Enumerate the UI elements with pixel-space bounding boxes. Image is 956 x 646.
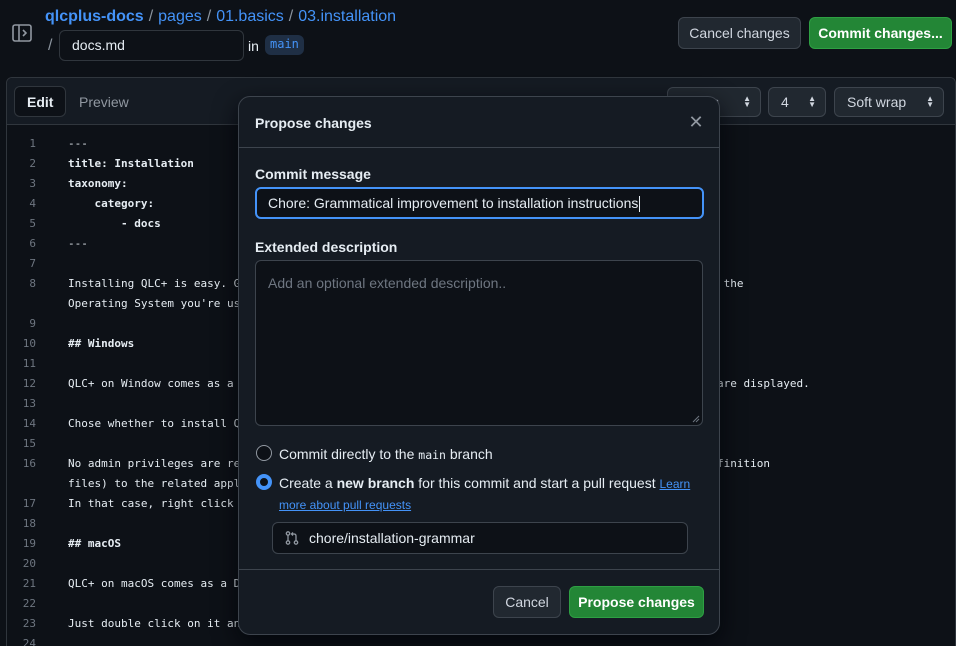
line-number: 22: [22, 597, 36, 610]
in-label: in: [248, 38, 259, 54]
select-arrows-icon: ▲ ▼: [808, 94, 816, 109]
breadcrumb-separator: /: [288, 8, 294, 25]
line-number: 17: [22, 497, 36, 510]
commit-message-label: Commit message: [255, 166, 371, 182]
breadcrumb: qlcplus-docs / pages/01.basics/03.installa…: [45, 8, 396, 26]
line-text: category:: [68, 197, 155, 210]
line-number: 9: [29, 317, 36, 330]
commit-directly-suffix: branch: [445, 446, 493, 462]
line-text: files) to the related appl: [68, 477, 241, 490]
extended-description-placeholder: Add an optional extended description..: [268, 275, 507, 291]
breadcrumb-pages-link[interactable]: pages: [158, 8, 202, 25]
wrap-mode-select[interactable]: Soft wrap ▲ ▼: [834, 87, 944, 117]
new-branch-name-value: chore/installation-grammar: [309, 530, 475, 546]
breadcrumb-basics-link[interactable]: 01.basics: [216, 8, 284, 25]
line-number: 16: [22, 457, 36, 470]
commit-changes-button[interactable]: Commit changes...: [809, 17, 952, 49]
commit-directly-radio[interactable]: [256, 445, 272, 461]
line-number: 21: [22, 577, 36, 590]
close-icon[interactable]: ✕: [686, 113, 706, 133]
line-text: taxonomy:: [68, 177, 128, 190]
line-number: 4: [29, 197, 36, 210]
line-number: 3: [29, 177, 36, 190]
line-number: 24: [22, 637, 36, 646]
line-number: 20: [22, 557, 36, 570]
line-number: 13: [22, 397, 36, 410]
tab-edit[interactable]: Edit: [14, 86, 67, 117]
indent-size-select[interactable]: 4 ▲ ▼: [768, 87, 826, 117]
extended-description-label: Extended description: [255, 239, 398, 255]
line-text: title: Installation: [68, 157, 194, 170]
line-text: In that case, right click: [68, 497, 234, 510]
line-text: ---: [68, 137, 88, 150]
line-number: 1: [29, 137, 36, 150]
learn-more-link-continued[interactable]: more about pull requests: [279, 498, 411, 512]
breadcrumb-installation-link[interactable]: 03.installation: [298, 8, 396, 25]
line-number: 18: [22, 517, 36, 530]
line-number: 8: [29, 277, 36, 290]
line-number: 2: [29, 157, 36, 170]
filename-input[interactable]: docs.md: [59, 30, 244, 61]
breadcrumb-separator: /: [148, 8, 154, 25]
resize-handle-icon[interactable]: [692, 415, 700, 423]
select-arrows-icon: ▲ ▼: [743, 94, 751, 109]
commit-message-input[interactable]: Chore: Grammatical improvement to instal…: [255, 187, 704, 219]
breadcrumb-repo-link[interactable]: qlcplus-docs: [45, 8, 144, 25]
git-pull-request-icon: [285, 531, 299, 545]
dialog-footer-divider: [239, 569, 719, 570]
line-number: 15: [22, 437, 36, 450]
dialog-divider: [239, 147, 719, 148]
line-number: 11: [22, 357, 36, 370]
code-line[interactable]: 24: [7, 634, 955, 646]
text-caret: [639, 196, 641, 213]
line-number: 6: [29, 237, 36, 250]
propose-changes-button[interactable]: Propose changes: [569, 586, 704, 618]
line-text: ## Windows: [68, 337, 135, 350]
propose-changes-dialog: Propose changes ✕ Commit message Chore: …: [238, 96, 720, 635]
branch-name-badge: main: [265, 35, 304, 55]
commit-message-value: Chore: Grammatical improvement to instal…: [268, 195, 639, 211]
line-number: 12: [22, 377, 36, 390]
select-arrows-icon: ▲ ▼: [926, 94, 934, 109]
create-branch-radio[interactable]: [256, 474, 272, 490]
line-number: 7: [29, 257, 36, 270]
line-text: Operating System you're us: [68, 297, 241, 310]
indent-size-value: 4: [781, 94, 789, 110]
line-text: - docs: [68, 217, 161, 230]
line-number: 5: [29, 217, 36, 230]
wrap-mode-value: Soft wrap: [847, 94, 907, 110]
line-text: QLC+ on macOS comes as a D: [68, 577, 241, 590]
commit-directly-branch: main: [418, 448, 446, 462]
learn-more-link[interactable]: Learn: [660, 477, 691, 491]
line-text: ---: [68, 237, 88, 250]
page-header: qlcplus-docs / pages/01.basics/03.installa…: [0, 0, 956, 70]
new-branch-name-input[interactable]: chore/installation-grammar: [272, 522, 688, 554]
line-number: 14: [22, 417, 36, 430]
commit-directly-label[interactable]: Commit directly to the main branch: [279, 446, 493, 462]
breadcrumb-separator: /: [206, 8, 212, 25]
path-separator: /: [48, 37, 53, 54]
create-branch-bold: new branch: [336, 475, 415, 491]
cancel-changes-button[interactable]: Cancel changes: [678, 17, 801, 49]
create-branch-suffix: for this commit and start a pull request: [414, 475, 660, 491]
dialog-title: Propose changes: [255, 115, 372, 131]
extended-description-textarea[interactable]: Add an optional extended description..: [255, 260, 703, 426]
commit-directly-text: Commit directly to the: [279, 446, 419, 462]
tab-preview[interactable]: Preview: [67, 86, 141, 117]
sidebar-toggle-icon[interactable]: [12, 24, 32, 42]
create-branch-text: Create a: [279, 475, 337, 491]
dialog-cancel-button[interactable]: Cancel: [493, 586, 561, 618]
line-number: 19: [22, 537, 36, 550]
line-number: 10: [22, 337, 36, 350]
line-text: ## macOS: [68, 537, 121, 550]
create-branch-label[interactable]: Create a new branch for this commit and …: [279, 475, 690, 491]
line-number: 23: [22, 617, 36, 630]
